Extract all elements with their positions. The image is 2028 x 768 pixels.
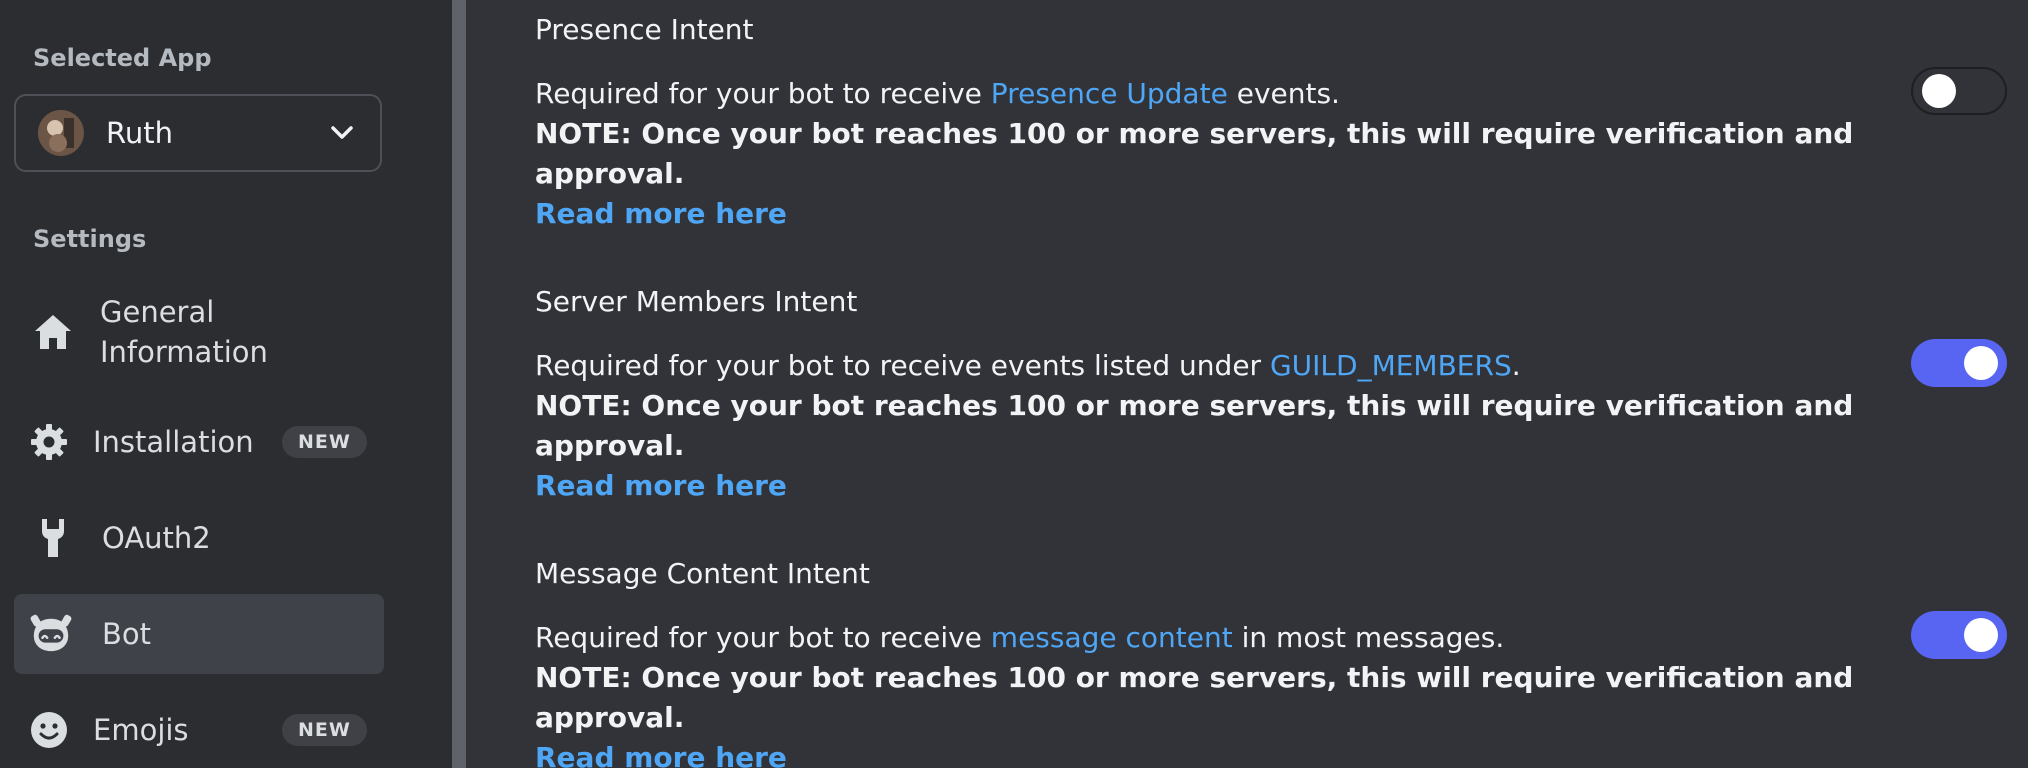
server-members-intent-toggle[interactable]: [1911, 339, 2007, 387]
message-content-intent-section: Message Content Intent Required for your…: [535, 556, 2005, 768]
selected-app-label: Selected App: [33, 44, 212, 72]
intent-title: Message Content Intent: [535, 557, 870, 590]
presence-update-link[interactable]: Presence Update: [991, 77, 1228, 110]
sidebar-item-general-information[interactable]: General Information: [14, 286, 384, 378]
description-text: Required for your bot to receive: [535, 621, 991, 654]
read-more-link[interactable]: Read more here: [535, 194, 2005, 234]
description-text: Required for your bot to receive: [535, 77, 991, 110]
message-content-intent-toggle[interactable]: [1911, 611, 2007, 659]
selected-app-name: Ruth: [106, 116, 173, 150]
intent-note: NOTE: Once your bot reaches 100 or more …: [535, 661, 1854, 734]
intent-description: Required for your bot to receive Presenc…: [535, 74, 2005, 114]
intent-note: NOTE: Once your bot reaches 100 or more …: [535, 389, 1854, 462]
description-text: .: [1511, 349, 1521, 382]
sidebar-item-label: Installation: [93, 425, 254, 459]
sidebar-scrollbar[interactable]: [452, 0, 466, 768]
intent-title: Server Members Intent: [535, 285, 858, 318]
toggle-knob: [1964, 346, 1998, 380]
sidebar-item-label: Emojis: [93, 713, 189, 747]
wrench-icon: [32, 517, 74, 559]
description-text: events.: [1227, 77, 1340, 110]
sidebar: Selected App Ruth Settings General Infor…: [0, 0, 452, 768]
smile-icon: [28, 709, 70, 751]
intent-note: NOTE: Once your bot reaches 100 or more …: [535, 117, 1854, 190]
presence-intent-section: Presence Intent Required for your bot to…: [535, 12, 2005, 234]
sidebar-item-installation[interactable]: Installation NEW: [14, 402, 384, 482]
app-window: Selected App Ruth Settings General Infor…: [0, 0, 2028, 768]
bot-icon: [30, 613, 72, 655]
read-more-link[interactable]: Read more here: [535, 466, 2005, 506]
home-icon: [32, 311, 74, 353]
new-badge: NEW: [282, 714, 367, 746]
sidebar-item-oauth2[interactable]: OAuth2: [14, 498, 384, 578]
sidebar-item-emojis[interactable]: Emojis NEW: [14, 690, 384, 768]
intent-description: Required for your bot to receive message…: [535, 618, 2005, 658]
guild-members-link[interactable]: GUILD_MEMBERS: [1270, 349, 1512, 382]
server-members-intent-section: Server Members Intent Required for your …: [535, 284, 2005, 506]
description-text: Required for your bot to receive events …: [535, 349, 1270, 382]
gear-icon: [28, 421, 70, 463]
sidebar-item-label: Bot: [102, 617, 152, 651]
toggle-knob: [1964, 618, 1998, 652]
sidebar-item-bot[interactable]: Bot: [14, 594, 384, 674]
sidebar-item-label: OAuth2: [102, 521, 211, 555]
new-badge: NEW: [282, 426, 367, 458]
toggle-knob: [1922, 74, 1956, 108]
main-content: Presence Intent Required for your bot to…: [466, 0, 2028, 768]
intent-title: Presence Intent: [535, 13, 754, 46]
sidebar-item-label: General Information: [100, 295, 268, 369]
presence-intent-toggle[interactable]: [1911, 67, 2007, 115]
chevron-down-icon: [328, 119, 356, 147]
read-more-link[interactable]: Read more here: [535, 738, 2005, 768]
description-text: in most messages.: [1232, 621, 1505, 654]
settings-label: Settings: [33, 225, 147, 253]
app-selector-dropdown[interactable]: Ruth: [14, 94, 382, 172]
intent-description: Required for your bot to receive events …: [535, 346, 2005, 386]
avatar: [38, 110, 84, 156]
message-content-link[interactable]: message content: [991, 621, 1233, 654]
